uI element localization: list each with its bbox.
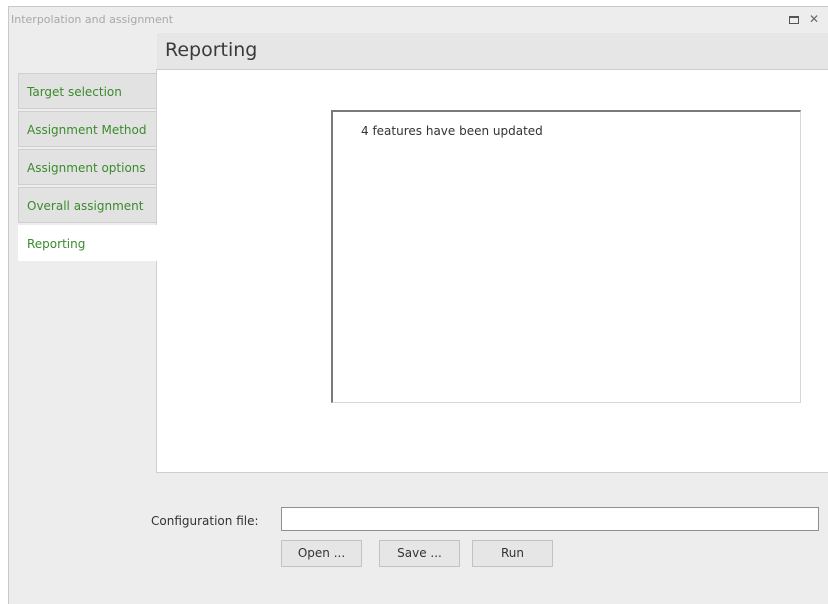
report-message: 4 features have been updated [361, 124, 543, 138]
tab-target-selection[interactable]: Target selection [18, 73, 157, 109]
open-button[interactable]: Open ... [281, 540, 362, 567]
title-bar[interactable]: Interpolation and assignment ✕ [9, 7, 828, 33]
page-title: Reporting [165, 39, 258, 61]
config-file-input[interactable] [281, 507, 819, 531]
tab-reporting[interactable]: Reporting [18, 225, 158, 261]
save-button[interactable]: Save ... [379, 540, 460, 567]
tab-overall-assignment[interactable]: Overall assignment [18, 187, 157, 223]
reporting-panel: 4 features have been updated [156, 69, 828, 473]
close-icon[interactable]: ✕ [806, 11, 822, 27]
maximize-icon[interactable] [786, 11, 802, 27]
tab-assignment-options[interactable]: Assignment options [18, 149, 157, 185]
report-output[interactable]: 4 features have been updated [331, 110, 801, 403]
run-button[interactable]: Run [472, 540, 553, 567]
tab-label: Target selection [27, 85, 122, 99]
tab-label: Reporting [27, 237, 86, 251]
step-tabs: Target selection Assignment Method Assig… [18, 73, 158, 263]
tab-label: Assignment options [27, 161, 146, 175]
tab-assignment-method[interactable]: Assignment Method [18, 111, 157, 147]
tab-label: Overall assignment [27, 199, 144, 213]
config-file-label: Configuration file: [151, 514, 259, 528]
tab-label: Assignment Method [27, 123, 147, 137]
page-header: Reporting [157, 33, 828, 69]
window-title: Interpolation and assignment [11, 13, 174, 26]
